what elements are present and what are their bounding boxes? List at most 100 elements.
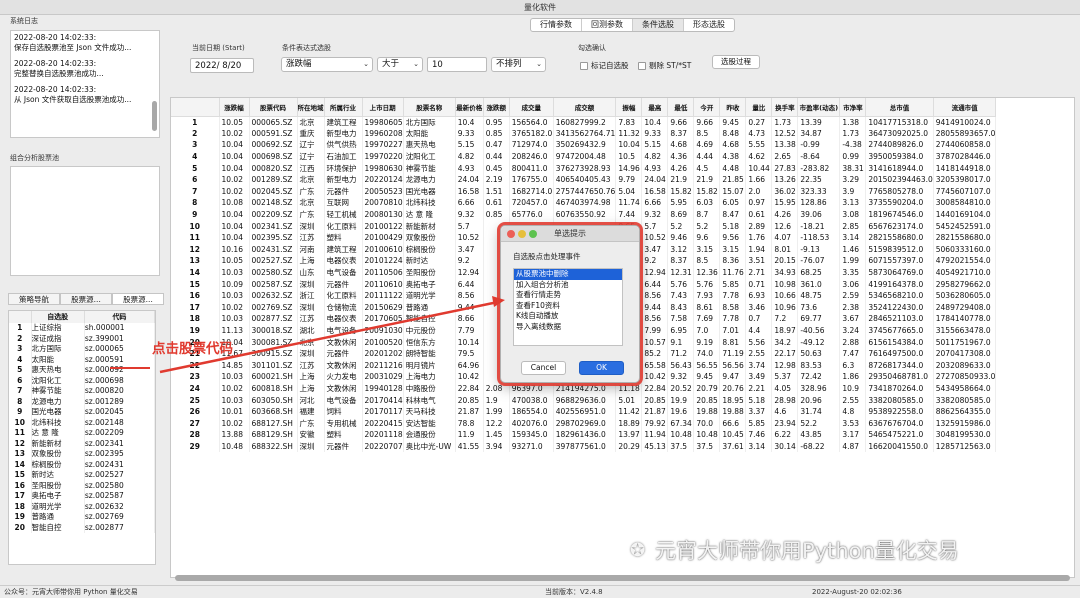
column-header[interactable]: 市盈率(动态) [797,98,841,117]
watchlist-index[interactable]: 1 [9,323,32,334]
watchlist-stock-code[interactable]: sz.002045 [84,407,155,418]
option-view-trend[interactable]: 查看行情走势 [514,290,622,301]
watchlist-stock-code[interactable]: sz.399001 [84,333,155,344]
watchlist-row[interactable]: 2 深证成指 sz.399001 [9,333,155,344]
watchlist-index[interactable]: 15 [9,470,32,481]
watchlist-index[interactable]: 2 [9,333,32,344]
watchlist-stock-name[interactable]: 奥拓电子 [31,491,85,502]
select-process-button[interactable]: 选股过程 [712,55,760,69]
tab-backtest-params[interactable]: 回测参数 [582,19,633,31]
mark-watchlist-checkbox[interactable]: 标记自选股 [580,60,629,71]
column-header[interactable]: 所属行业 [324,98,363,117]
column-header[interactable]: 量比 [745,98,773,117]
column-header[interactable] [171,98,220,117]
watchlist-index[interactable]: 17 [9,491,32,502]
watchlist-stock-name[interactable]: 双象股份 [31,449,85,460]
option-add-to-combo-pool[interactable]: 加入组合分析池 [514,280,622,291]
watchlist-row[interactable]: 4 太阳能 sz.000591 [9,354,155,365]
table-row[interactable]: 26 10.01 603668.SH 福建 饲料 20170117 天马科技 21.87 1.9… [171,405,997,418]
log-scrollbar[interactable] [152,101,157,131]
column-header[interactable]: 振幅 [615,98,643,117]
table-row[interactable]: 7 10.02 002045.SZ 广东 元器件 20050523 国光电器 16.58 1.5… [171,185,997,198]
watchlist-stock-code[interactable]: sz.002209 [84,428,155,439]
watchlist-row[interactable]: 16 圣阳股份 sz.002580 [9,480,155,491]
table-row[interactable]: 24 10.02 600818.SH 上海 文教休闲 19940128 中路股份 22.84 2… [171,382,997,395]
watchlist-index[interactable]: 19 [9,512,32,523]
option-view-f10[interactable]: 查看F10资料 [514,301,622,312]
table-row[interactable]: 3 10.04 000692.SZ 辽宁 供气供热 19970227 惠天热电 5.15 0.4… [171,139,997,151]
maximize-icon[interactable] [529,230,537,238]
option-import-offline-data[interactable]: 导入离线数据 [514,322,622,333]
watchlist-row[interactable]: 1 上证综指 sh.000001 [9,323,155,334]
watchlist-stock-code[interactable]: sz.001289 [84,396,155,407]
option-remove-from-pool[interactable]: 从股票池中删除 [514,269,622,280]
column-header[interactable]: 股票名称 [403,98,456,117]
watchlist-stock-name[interactable]: 普路通 [31,512,85,523]
watchlist-row[interactable]: 12 新能新材 sz.002341 [9,438,155,449]
watchlist-stock-code[interactable]: sz.000820 [84,386,155,397]
watchlist-stock-name[interactable]: 惠天热电 [31,365,85,376]
watchlist-stock-name[interactable]: 新时达 [31,470,85,481]
sort-select[interactable]: 不排列 ⌄ [491,57,546,72]
table-row[interactable]: 8 10.08 002148.SZ 北京 互联网 20070810 北纬科技 6.66 0.61… [171,197,997,209]
watchlist-stock-code[interactable]: sz.002431 [84,459,155,470]
table-row[interactable]: 9 10.04 002209.SZ 广东 轻工机械 20080130 达 意 隆 9.32 0.… [171,208,997,221]
watchlist-row[interactable]: 15 新时达 sz.002527 [9,470,155,481]
watchlist-row[interactable]: 7 神雾节能 sz.000820 [9,386,155,397]
table-row[interactable]: 1 10.05 000065.SZ 北京 建筑工程 19980605 北方国际 10.4 0.9… [171,116,997,128]
watchlist-stock-code[interactable]: sz.002632 [84,501,155,512]
column-header[interactable]: 市净率 [839,98,867,117]
watchlist-index[interactable]: 3 [9,344,32,355]
watchlist-stock-code[interactable]: sz.002148 [84,417,155,428]
ok-button[interactable]: OK [579,361,624,375]
watchlist-index[interactable]: 13 [9,449,32,460]
watchlist-stock-name[interactable]: 国光电器 [31,407,85,418]
column-header[interactable]: 换手率 [771,98,799,117]
table-row[interactable]: 5 10.04 000820.SZ 江西 环境保护 19980630 神雾节能 4.93 0.4… [171,162,997,174]
tab-stock-source-2[interactable]: 股票源... [112,293,164,305]
column-header[interactable]: 流通市值 [933,98,997,117]
watchlist-stock-code[interactable]: sz.000692 [84,365,155,376]
watchlist-row[interactable]: 18 道明光学 sz.002632 [9,501,155,512]
watchlist-row[interactable]: 5 惠天热电 sz.000692 [9,365,155,376]
watchlist-stock-code[interactable]: sz.002769 [84,512,155,523]
watchlist-index[interactable]: 12 [9,438,32,449]
watchlist-row[interactable]: 17 奥拓电子 sz.002587 [9,491,155,502]
column-header[interactable]: 上市日期 [362,98,404,117]
watchlist-row[interactable]: 20 智能自控 sz.002877 [9,522,155,533]
column-header[interactable]: 股票代码 [249,98,298,117]
option-kline-autoplay[interactable]: K线自动播放 [514,311,622,322]
column-header[interactable]: 最低 [667,98,695,117]
watchlist-stock-name[interactable]: 北方国际 [31,344,85,355]
watchlist-stock-name[interactable]: 上证综指 [31,323,85,334]
watchlist-row[interactable]: 19 普路通 sz.002769 [9,512,155,523]
watchlist-stock-name[interactable]: 棕榈股份 [31,459,85,470]
watchlist-row[interactable]: 13 双象股份 sz.002395 [9,449,155,460]
watchlist-stock-name[interactable]: 太阳能 [31,354,85,365]
tab-condition-select[interactable]: 条件选股 [633,19,684,31]
watchlist-index[interactable]: 14 [9,459,32,470]
watchlist-index[interactable]: 4 [9,354,32,365]
table-row[interactable]: 6 10.02 001289.SZ 北京 新型电力 20220124 龙源电力 24.04 2.… [171,173,997,186]
threshold-input[interactable]: 10 [427,57,487,72]
watchlist-stock-name[interactable]: 智能自控 [31,522,85,533]
watchlist-row[interactable]: 9 国光电器 sz.002045 [9,407,155,418]
watchlist-index[interactable]: 7 [9,386,32,397]
watchlist-index[interactable]: 16 [9,480,32,491]
watchlist-stock-code[interactable]: sz.002527 [84,470,155,481]
watchlist-stock-name[interactable]: 深证成指 [31,333,85,344]
watchlist-stock-code[interactable]: sz.002395 [84,449,155,460]
watchlist-stock-code[interactable]: sz.002341 [84,438,155,449]
table-row[interactable]: 29 10.48 688322.SH 深圳 元器件 20220707 奥比中光-UW 41.5… [171,440,997,453]
watchlist-row[interactable]: 8 龙源电力 sz.001289 [9,396,155,407]
watchlist-row[interactable]: 6 沈阳化工 sz.000698 [9,375,155,386]
column-header[interactable]: 最高 [641,98,669,117]
watchlist-index[interactable]: 9 [9,407,32,418]
table-row[interactable]: 4 10.04 000698.SZ 辽宁 石油加工 19970220 沈阳化工 4.82 0.4… [171,150,997,163]
watchlist-stock-code[interactable]: sz.002587 [84,491,155,502]
watchlist-row[interactable]: 11 达 意 隆 sz.002209 [9,428,155,439]
watchlist-stock-code[interactable]: sz.000698 [84,375,155,386]
column-header[interactable]: 涨跌额 [483,98,510,117]
watchlist-stock-code[interactable]: sz.000591 [84,354,155,365]
watchlist-index[interactable]: 10 [9,417,32,428]
